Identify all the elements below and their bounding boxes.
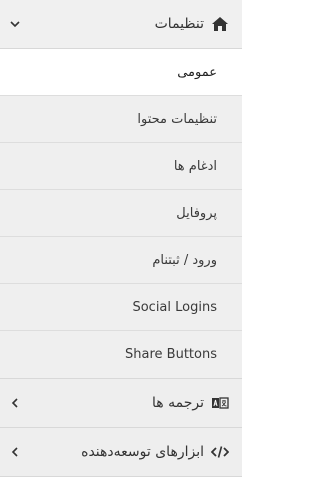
submenu-item-share-buttons[interactable]: Share Buttons	[0, 331, 242, 378]
language-icon	[210, 393, 230, 413]
submenu-item-profile[interactable]: پروفایل	[0, 190, 242, 237]
developer-tools-section-header[interactable]: ابزارهای توسعه‌دهنده	[0, 428, 242, 477]
code-icon	[210, 442, 230, 462]
submenu-item-label: Share Buttons	[125, 347, 217, 362]
submenu-item-general[interactable]: عمومی	[0, 49, 242, 96]
chevron-left-icon[interactable]	[8, 396, 22, 410]
home-icon	[210, 14, 230, 34]
submenu-item-label: ورود / ثبتنام	[152, 252, 217, 268]
chevron-down-icon[interactable]	[8, 17, 22, 31]
translations-section-header[interactable]: ترجمه ها	[0, 379, 242, 428]
submenu-item-label: عمومی	[177, 64, 217, 80]
submenu-item-label: ادغام ها	[173, 158, 217, 174]
developer-tools-section-label: ابزارهای توسعه‌دهنده	[81, 444, 204, 460]
settings-section-label: تنظیمات	[154, 16, 204, 32]
submenu-item-content-settings[interactable]: تنظیمات محتوا	[0, 96, 242, 143]
translations-section-label: ترجمه ها	[152, 395, 204, 411]
submenu-item-label: پروفایل	[176, 205, 217, 221]
submenu-item-integrations[interactable]: ادغام ها	[0, 143, 242, 190]
submenu-item-social-logins[interactable]: Social Logins	[0, 284, 242, 331]
settings-sidebar-menu: تنظیمات عمومی تنظیمات محتوا ادغام ها پرو…	[0, 0, 242, 483]
submenu-item-label: Social Logins	[132, 299, 217, 315]
settings-section-header[interactable]: تنظیمات	[0, 0, 242, 49]
chevron-left-icon[interactable]	[8, 445, 22, 459]
submenu-item-login-signup[interactable]: ورود / ثبتنام	[0, 237, 242, 284]
settings-submenu: عمومی تنظیمات محتوا ادغام ها پروفایل ورو…	[0, 49, 242, 379]
submenu-item-label: تنظیمات محتوا	[137, 111, 217, 127]
